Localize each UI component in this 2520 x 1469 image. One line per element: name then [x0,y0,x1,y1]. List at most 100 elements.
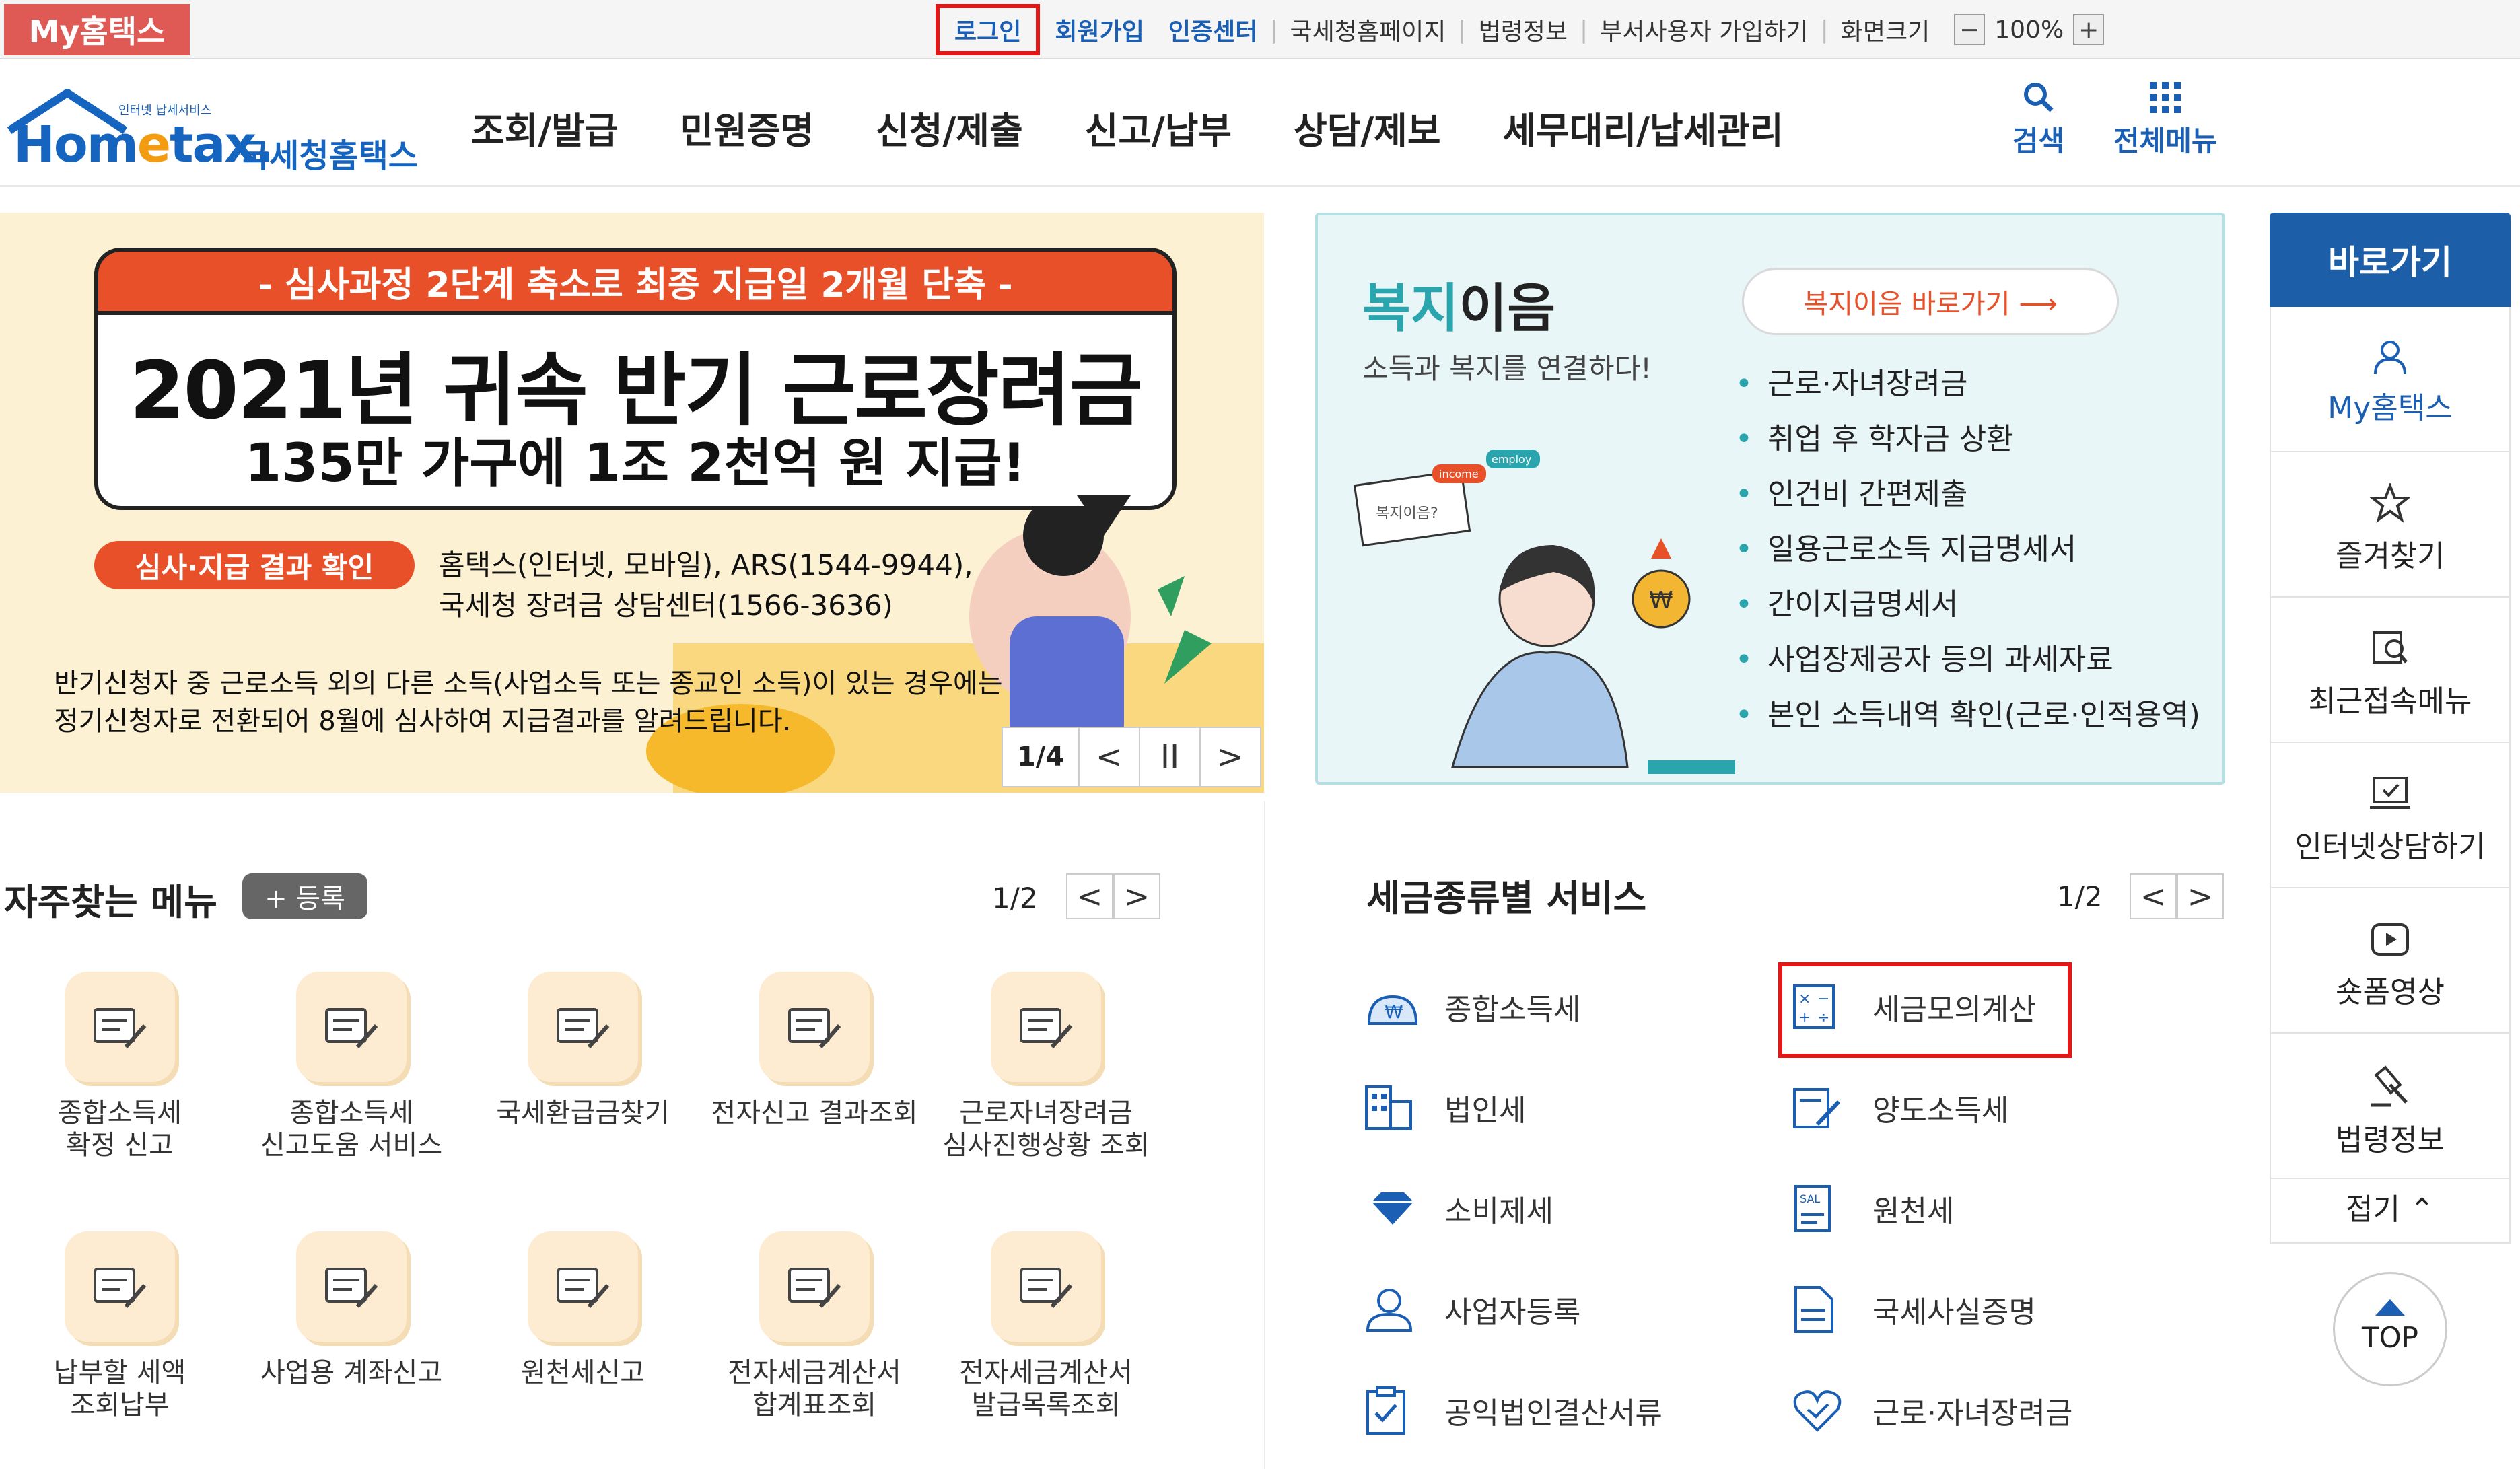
tax-service-label: 공익법인결산서류 [1444,1396,1663,1431]
frequent-item-label: 사업용 계좌신고 [260,1357,443,1388]
tax-service-withholding-tax[interactable]: SAL 원천세 [1790,1168,1954,1249]
frequent-item-business-account[interactable]: 사업용 계좌신고 [237,1231,466,1389]
frequent-item-tax-payment[interactable]: 납부할 세액 조회납부 [5,1231,234,1421]
zoom-level: 100% [1994,15,2064,44]
quick-recent-menu[interactable]: 최근접속메뉴 [2270,598,2511,743]
frequent-prev-button[interactable]: < [1066,873,1113,919]
tax-service-public-interest-docs[interactable]: 공익법인결산서류 [1362,1370,1663,1451]
top-label: TOP [2361,1321,2419,1354]
quick-law-info[interactable]: 법령정보 [2270,1034,2511,1179]
tax-service-corporate-tax[interactable]: 법인세 [1362,1067,1526,1148]
tax-service-work-child-incentive[interactable]: 근로·자녀장려금 [1790,1370,2072,1451]
frequent-item-e-filing-result[interactable]: 전자신고 결과조회 [700,972,929,1129]
welfare-item[interactable]: 일용근로소득 지급명세서 [1735,522,2200,577]
banner-pause-button[interactable]: II [1139,727,1199,787]
tax-service-label: 양도소득세 [1873,1094,2009,1128]
grid-menu-icon [2150,82,2181,113]
welfare-item[interactable]: 취업 후 학자금 상환 [1735,412,2200,467]
signup-link[interactable]: 회원가입 [1043,12,1156,47]
site-header: 인터넷 납세서비스 Hometax. 국세청홈택스 조회/발급 민원증명 신청/… [0,61,2520,187]
utility-bar: My홈택스 로그인 회원가입 인증센터 | 국세청홈페이지 | 법령정보 | 부… [0,0,2520,59]
zoom-in-button[interactable]: + [2073,14,2105,45]
frequent-item-label: 근로자녀장려금 심사진행상황 조회 [942,1098,1150,1161]
welfare-illustration: 복지이음? income employ ₩ [1353,450,1735,774]
welfare-link-list: 근로·자녀장려금 취업 후 학자금 상환 인건비 간편제출 일용근로소득 지급명… [1735,357,2200,743]
svg-text:income: income [1439,468,1479,480]
login-link[interactable]: 로그인 [936,4,1041,55]
gavel-icon [2371,1065,2408,1107]
tax-service-capital-gains-tax[interactable]: 양도소득세 [1790,1067,2008,1148]
frequent-item-income-tax-filing[interactable]: 종합소득세 확정 신고 [5,972,234,1161]
tax-prev-button[interactable]: < [2130,873,2177,919]
check-result-badge[interactable]: 심사·지급 결과 확인 [94,541,415,589]
document-edit-icon [528,972,638,1082]
tax-service-tax-certificate[interactable]: 국세사실증명 [1790,1269,2036,1350]
section-divider [1264,801,1265,1469]
tax-service-tax-simulation[interactable]: × − + ÷ 세금모의계산 [1790,966,2036,1047]
nts-homepage-link[interactable]: 국세청홈페이지 [1278,12,1458,47]
note-line-1: 반기신청자 중 근로소득 외의 다른 소득(사업소득 또는 종교인 소득)이 있… [54,668,1003,699]
nav-application-submission[interactable]: 신청/제출 [876,101,1022,154]
dept-user-signup-link[interactable]: 부서사용자 가입하기 [1588,12,1821,47]
zoom-out-button[interactable]: − [1954,14,1986,45]
nav-inquiry-issuance[interactable]: 조회/발급 [471,101,618,154]
banner-next-button[interactable]: > [1199,727,1260,787]
law-info-link[interactable]: 법령정보 [1466,12,1579,47]
document-sign-icon [1790,1084,1858,1131]
user-icon [2374,341,2406,375]
tax-service-consumption-tax[interactable]: 소비제세 [1362,1168,1553,1249]
frequent-item-label: 전자세금계산서 발급목록조회 [959,1357,1133,1421]
frequent-item-einvoice-list[interactable]: 전자세금계산서 발급목록조회 [932,1231,1160,1421]
tax-service-label: 종합소득세 [1444,993,1581,1027]
fold-button[interactable]: 접기 ⌃ [2270,1179,2511,1244]
my-hometax-link[interactable]: My홈택스 [4,4,190,55]
quick-label: 법령정보 [2336,1123,2445,1157]
welfare-item[interactable]: 사업장제공자 등의 과세자료 [1735,633,2200,688]
all-menu-button[interactable]: 전체메뉴 [2113,81,2218,159]
svg-text:SAL: SAL [1800,1192,1820,1205]
certificate-center-link[interactable]: 인증센터 [1156,12,1269,47]
hometax-logo[interactable]: 인터넷 납세서비스 Hometax. 국세청홈택스 [4,74,421,182]
scroll-top-button[interactable]: TOP [2333,1272,2447,1386]
quick-label: 숏폼영상 [2336,975,2445,1009]
person-icon [1362,1286,1430,1333]
welfare-title: 복지이음 [1362,279,1556,339]
main-banner[interactable]: - 심사과정 2단계 축소로 최종 지급일 2개월 단축 - 2021년 귀속 … [0,213,1264,793]
welfare-item[interactable]: 간이지급명세서 [1735,577,2200,633]
frequent-next-button[interactable]: > [1113,873,1160,919]
welfare-item[interactable]: 근로·자녀장려금 [1735,357,2200,412]
frequent-page-indicator: 1/2 [992,882,1038,915]
building-icon [1362,1084,1430,1131]
star-icon [2370,483,2410,523]
register-button[interactable]: + 등록 [242,873,368,919]
search-button[interactable]: 검색 [2013,81,2064,159]
frequent-item-incentive-status[interactable]: 근로자녀장려금 심사진행상황 조회 [932,972,1160,1161]
quick-short-video[interactable]: 숏폼영상 [2270,888,2511,1034]
utility-links: 로그인 회원가입 인증센터 | 국세청홈페이지 | 법령정보 | 부서사용자 가… [936,0,2105,59]
welfare-go-button[interactable]: 복지이음 바로가기 ⟶ [1742,268,2119,335]
quick-online-consult[interactable]: 인터넷상담하기 [2270,743,2511,888]
svg-text:복지이음?: 복지이음? [1376,505,1438,522]
nav-civil-certificates[interactable]: 민원증명 [680,101,814,154]
nav-filing-payment[interactable]: 신고/납부 [1085,101,1232,154]
welfare-item[interactable]: 본인 소득내역 확인(근로·인적용역) [1735,688,2200,743]
monitor-chat-icon [2370,777,2410,809]
banner-prev-button[interactable]: < [1078,727,1139,787]
tax-service-income-tax[interactable]: ₩ 종합소득세 [1362,966,1580,1047]
welfare-item[interactable]: 인건비 간편제출 [1735,467,2200,522]
document-edit-icon [528,1231,638,1342]
quick-favorites[interactable]: 즐겨찾기 [2270,452,2511,598]
tax-next-button[interactable]: > [2177,873,2224,919]
frequent-item-withholding-filing[interactable]: 원천세신고 [468,1231,697,1389]
document-edit-icon [759,972,870,1082]
frequent-item-einvoice-summary[interactable]: 전자세금계산서 합계표조회 [700,1231,929,1421]
main-navigation: 조회/발급 민원증명 신청/제출 신고/납부 상담/제보 세무대리/납세관리 [471,101,1846,154]
quick-my-hometax[interactable]: My홈택스 [2270,307,2511,452]
nav-consult-report[interactable]: 상담/제보 [1294,101,1440,154]
zoom-control: − 100% + [1954,14,2105,45]
nav-tax-agent[interactable]: 세무대리/납세관리 [1503,101,1784,154]
frequent-item-refund-search[interactable]: 국세환급금찾기 [468,972,697,1129]
tax-service-business-registration[interactable]: 사업자등록 [1362,1269,1580,1350]
frequent-item-income-tax-help[interactable]: 종합소득세 신고도움 서비스 [237,972,466,1161]
divider: | [1820,15,1829,44]
